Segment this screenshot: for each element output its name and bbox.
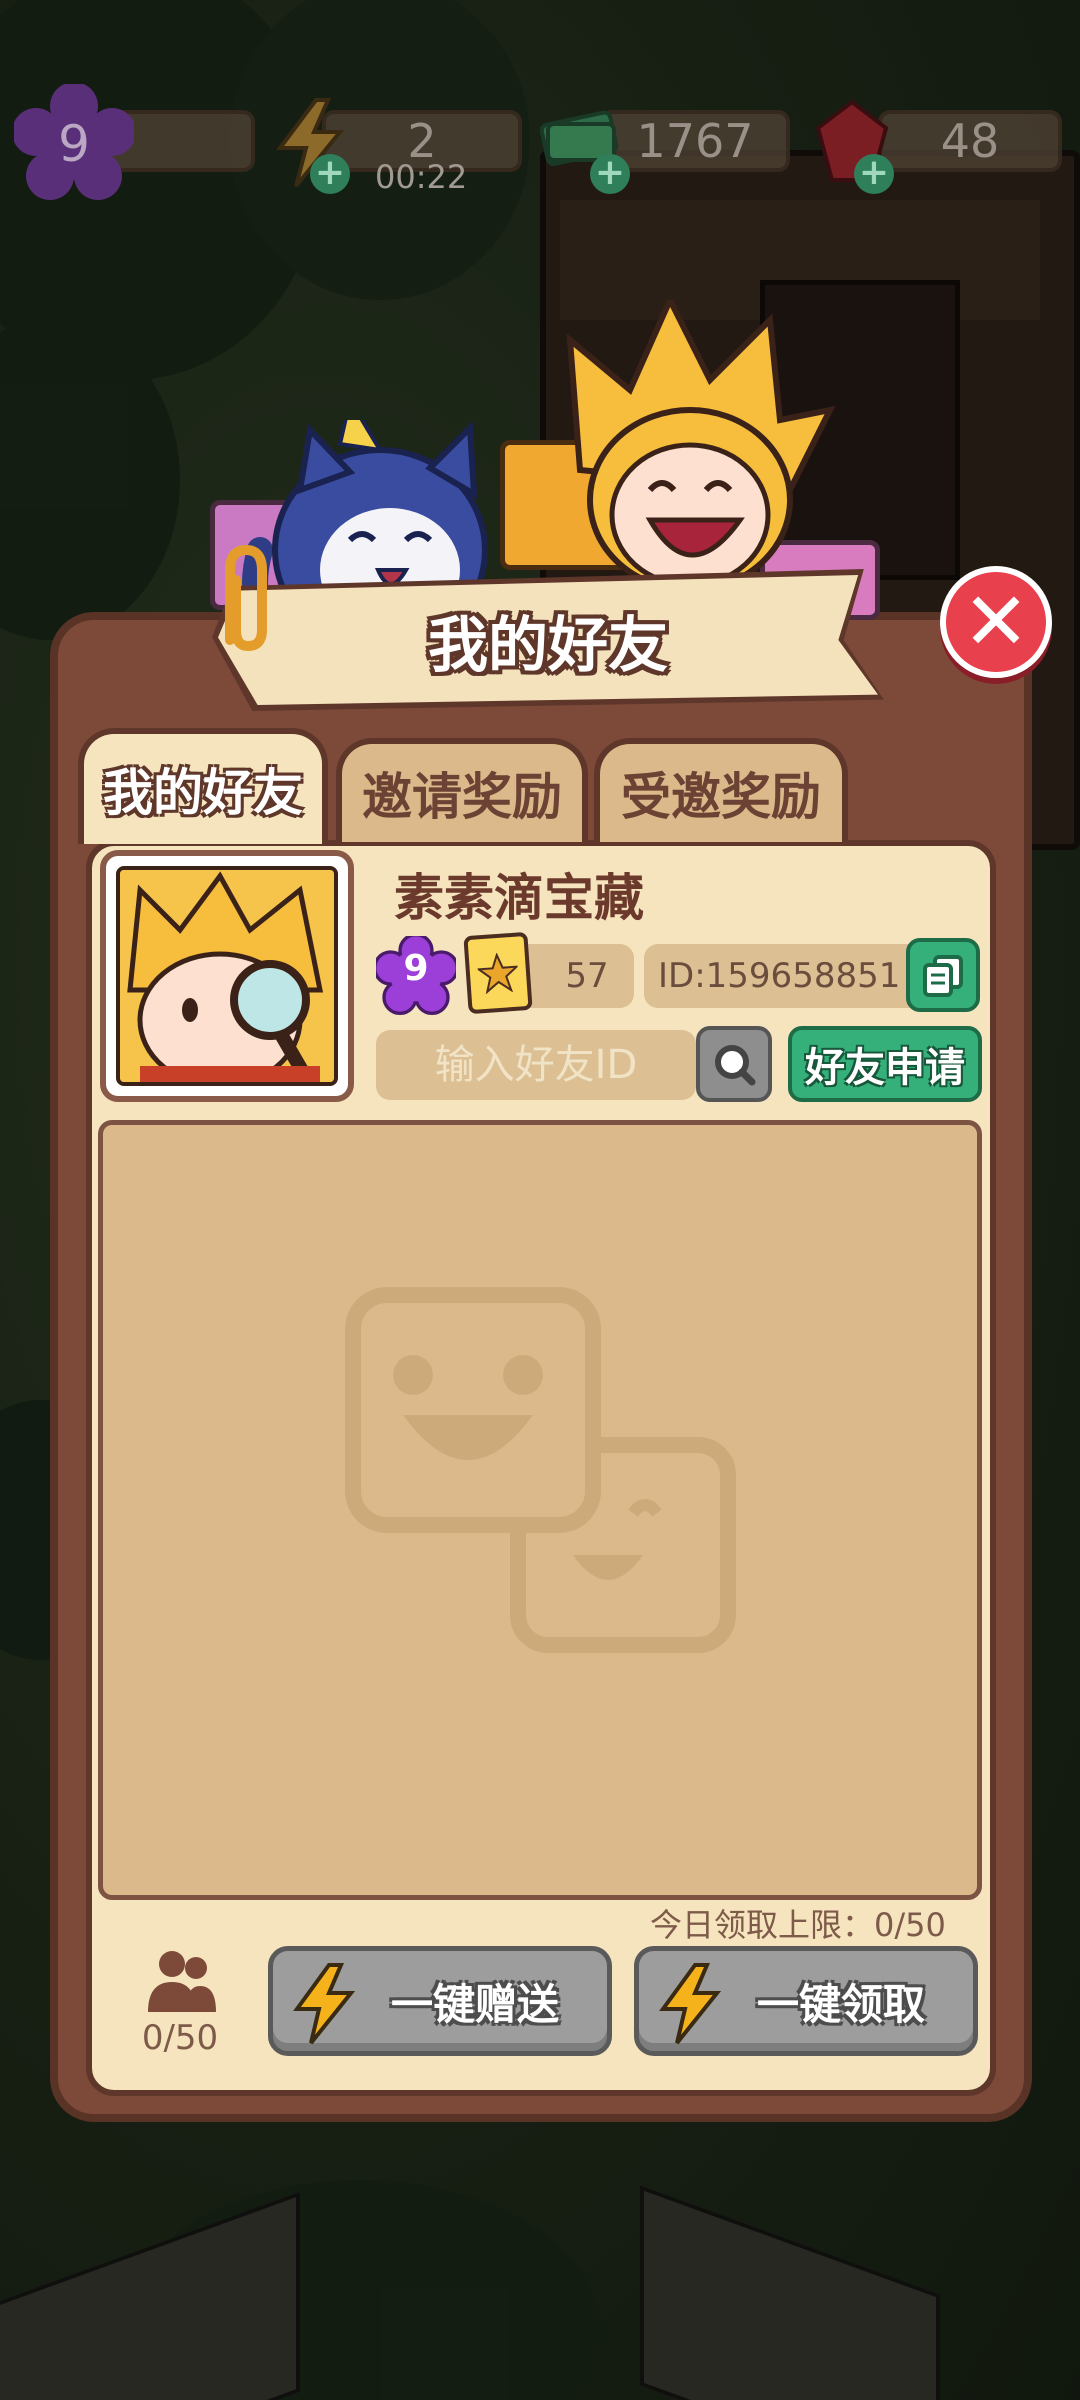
top-hud: 9 2 + 00:22 1767 + 48 +: [0, 0, 1080, 200]
energy-bolt-icon: [659, 1963, 722, 2045]
add-gem-button[interactable]: +: [854, 154, 894, 194]
add-cash-button[interactable]: +: [590, 154, 630, 194]
daily-claim-limit: 今日领取上限：0/50: [650, 1906, 946, 1944]
player-avatar[interactable]: [100, 850, 354, 1102]
tab-invited-rewards[interactable]: 受邀奖励: [594, 738, 848, 842]
claim-all-button[interactable]: 一键领取: [634, 1946, 978, 2056]
add-energy-button[interactable]: +: [310, 154, 350, 194]
search-button[interactable]: [696, 1026, 772, 1102]
send-all-label: 一键赠送: [390, 1979, 559, 2029]
detective-avatar-icon: [120, 870, 334, 1082]
send-all-button[interactable]: 一键赠送: [268, 1946, 612, 2056]
player-id-pill: ID:159658851: [644, 944, 924, 1008]
empty-faces-icon: [345, 1287, 736, 1653]
tab-label: 邀请奖励: [362, 768, 562, 826]
close-button[interactable]: ✕: [940, 566, 1052, 678]
title-banner: 我的好友: [212, 569, 884, 711]
copy-id-button[interactable]: [906, 938, 980, 1012]
star-card-icon: [463, 931, 533, 1015]
friend-request-label: 好友申请: [805, 1045, 965, 1091]
friend-count: 0/50: [141, 2018, 219, 2058]
gem-value: 48: [940, 114, 1000, 168]
cash-value: 1767: [636, 114, 754, 168]
copy-icon: [923, 955, 963, 997]
level-badge[interactable]: 9: [14, 84, 134, 204]
tab-label: 我的好友: [103, 764, 303, 822]
close-icon: ✕: [962, 575, 1030, 668]
cash-bar: 1767: [600, 110, 790, 172]
gem-bar: 48: [878, 110, 1062, 172]
friend-id-input[interactable]: [376, 1030, 696, 1100]
player-id: ID:159658851: [658, 956, 901, 996]
energy-bolt-icon: [293, 1963, 356, 2045]
search-icon: [715, 1045, 756, 1086]
friend-list[interactable]: [98, 1120, 982, 1900]
friends-icon: [146, 1948, 216, 2014]
tab-label: 受邀奖励: [621, 768, 821, 826]
claim-all-label: 一键领取: [756, 1979, 925, 2029]
friend-request-button[interactable]: 好友申请: [788, 1026, 982, 1102]
level-value: 9: [58, 115, 90, 173]
player-name: 素素滴宝藏: [394, 869, 644, 927]
modal-title: 我的好友: [428, 610, 668, 681]
player-level-value: 9: [403, 948, 429, 989]
energy-timer: 00:22: [375, 158, 468, 196]
tab-my-friends[interactable]: 我的好友: [78, 728, 328, 844]
tab-invite-rewards[interactable]: 邀请奖励: [336, 738, 588, 842]
player-level-badge: 9: [373, 933, 459, 1016]
paperclip-icon: [210, 540, 280, 660]
star-count: 57: [565, 956, 609, 996]
